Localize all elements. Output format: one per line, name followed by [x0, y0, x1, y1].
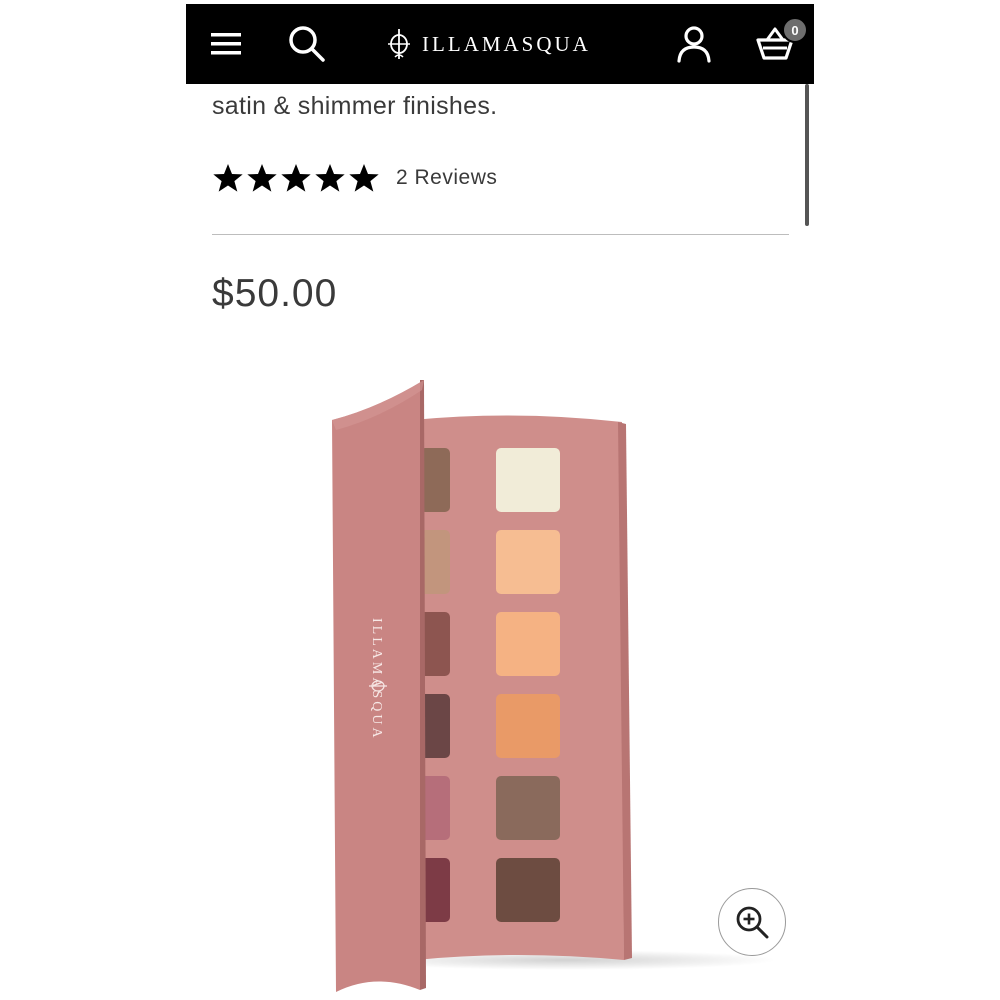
star-icon [281, 164, 311, 192]
swatch-left-1 [420, 448, 450, 512]
account-button[interactable] [670, 4, 718, 84]
mobile-page: ILLAMASQUA 0 satin & shimmer finishes. 2… [186, 0, 814, 1000]
swatch-right-4 [496, 694, 560, 758]
rating-stars [212, 162, 380, 194]
palette-logo: ILLAMASQUA [369, 618, 384, 741]
reviews-link[interactable]: 2 Reviews [396, 166, 497, 190]
product-price: $50.00 [212, 272, 338, 315]
zoom-in-icon [736, 906, 769, 939]
star-icon [349, 164, 379, 192]
zoom-button[interactable] [718, 888, 786, 956]
star-icon [315, 164, 345, 192]
divider [212, 234, 789, 235]
account-icon [677, 26, 711, 63]
menu-icon [211, 33, 241, 55]
search-icon [289, 26, 325, 62]
star-icon [247, 164, 277, 192]
search-button[interactable] [282, 4, 332, 84]
scrollbar[interactable] [805, 84, 809, 226]
basket-button[interactable] [746, 4, 804, 84]
product-rating: 2 Reviews [212, 162, 497, 194]
basket-count-badge: 0 [782, 17, 808, 43]
swatch-right-1 [496, 448, 560, 512]
site-header: ILLAMASQUA 0 [186, 4, 814, 84]
swatch-right-5 [496, 776, 560, 840]
brand-name: ILLAMASQUA [422, 31, 591, 56]
product-description: satin & shimmer finishes. [212, 92, 498, 120]
palette-brand-text: ILLAMASQUA [369, 618, 384, 741]
menu-button[interactable] [204, 4, 248, 84]
star-icon [213, 164, 243, 192]
swatch-right-2 [496, 530, 560, 594]
product-image[interactable]: ILLAMASQUA [186, 360, 814, 1000]
swatch-right-3 [496, 612, 560, 676]
logo-icon [388, 29, 410, 59]
brand-logo[interactable]: ILLAMASQUA [386, 4, 591, 84]
swatch-right-6 [496, 858, 560, 922]
